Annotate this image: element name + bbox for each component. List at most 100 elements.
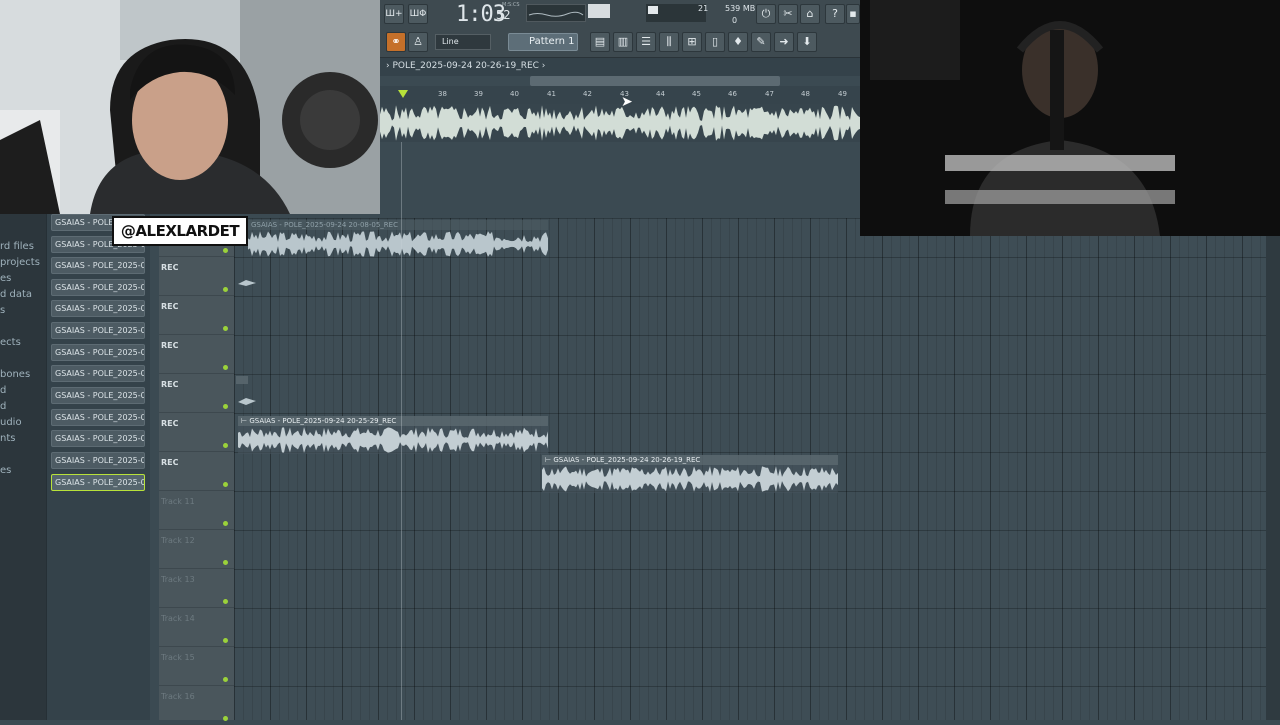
audio-clip[interactable]: ⊢ GSAIAS - POLE_2025-09-24 20-26-19_REC — [542, 455, 838, 493]
browser-item[interactable]: es — [0, 273, 11, 284]
webcam-image — [860, 0, 1280, 236]
track-mute-led[interactable] — [223, 287, 228, 292]
clip-source-item[interactable]: GSAIAS - POLE_2025-09- — [51, 257, 145, 274]
track-mute-led[interactable] — [223, 482, 228, 487]
waveform — [380, 105, 860, 141]
webcam-image — [0, 0, 380, 214]
webcam-feed-main — [0, 0, 380, 214]
pattern-select[interactable]: Pattern 1 — [508, 33, 578, 51]
clip-source-item[interactable]: GSAIAS - POLE_2025-09- — [51, 322, 145, 339]
track-mute-led[interactable] — [223, 599, 228, 604]
track-name: Track 16 — [161, 692, 195, 701]
save-icon[interactable]: ▪ — [846, 4, 860, 24]
clip-source-item[interactable]: GSAIAS - POLE_2025-09- — [51, 365, 145, 382]
clip-source-item[interactable]: GSAIAS - POLE_2025-09- — [51, 452, 145, 469]
browser-item[interactable]: bones — [0, 369, 30, 380]
audio-clip[interactable]: GSAIAS - POLE_2025-09-24 20-08-05_REC — [248, 220, 548, 258]
help-button[interactable]: ? — [825, 4, 845, 24]
browser-item[interactable]: d — [0, 385, 6, 396]
audio-clip[interactable]: ⊢ GSAIAS - POLE_2025-09-24 20-25-29_REC — [238, 416, 548, 454]
ruler-tick: 45 — [692, 90, 701, 98]
track-mute-led[interactable] — [223, 521, 228, 526]
track-mute-led[interactable] — [223, 365, 228, 370]
song-time-centiseconds: 52 — [496, 8, 511, 22]
export-icon[interactable]: ➜ — [774, 32, 794, 52]
download-icon[interactable]: ⬇ — [797, 32, 817, 52]
track-header[interactable]: Track 14 — [159, 608, 234, 647]
master-pitch-slider[interactable] — [588, 4, 610, 18]
clip-source-item-selected[interactable]: GSAIAS - POLE_2025-09- — [51, 474, 145, 491]
memory-value: 539 MB — [725, 4, 756, 13]
track-header[interactable]: Track 15 — [159, 647, 234, 686]
browser-item[interactable]: projects — [0, 257, 40, 268]
track-header[interactable]: REC — [159, 257, 234, 296]
toolbar-button[interactable]: ШΦ — [408, 4, 428, 24]
track-mute-led[interactable] — [223, 677, 228, 682]
browser-item[interactable]: d data — [0, 289, 32, 300]
track-name: Track 11 — [161, 497, 195, 506]
track-header[interactable]: Track 16 — [159, 686, 234, 725]
track-mute-led[interactable] — [223, 443, 228, 448]
file-icon[interactable]: ▯ — [705, 32, 725, 52]
browser-icon[interactable]: ⊞ — [682, 32, 702, 52]
track-header[interactable]: REC — [159, 296, 234, 335]
clip-stub[interactable] — [236, 258, 260, 296]
track-header[interactable]: REC — [159, 374, 234, 413]
clip-source-item[interactable]: GSAIAS - POLE_2025-09- — [51, 387, 145, 404]
toolbar-button[interactable]: Ш+ — [384, 4, 404, 24]
browser-item[interactable]: udio — [0, 417, 22, 428]
track-name: Track 15 — [161, 653, 195, 662]
playhead-marker-icon[interactable] — [398, 90, 408, 98]
track-mute-led[interactable] — [223, 560, 228, 565]
clip-source-item[interactable]: GSAIAS - POLE_2025-09- — [51, 279, 145, 296]
ruler-tick: 42 — [583, 90, 592, 98]
channel-rack-icon[interactable]: ☰ — [636, 32, 656, 52]
mixer-icon[interactable]: ⫼ — [659, 32, 679, 52]
cpu-value: 21 — [698, 4, 709, 13]
power-icon[interactable]: ⏻ — [756, 4, 776, 24]
browser-item[interactable]: d — [0, 401, 6, 412]
browser-item[interactable]: s — [0, 305, 5, 316]
ruler-tick: 46 — [728, 90, 737, 98]
clip-source-item[interactable]: GSAIAS - POLE_2025-09- — [51, 409, 145, 426]
plugin-icon[interactable]: ♦ — [728, 32, 748, 52]
piano-roll-icon[interactable]: ▥ — [613, 32, 633, 52]
track-name: REC — [161, 380, 179, 389]
track-mute-led[interactable] — [223, 638, 228, 643]
horizontal-scrollbar[interactable] — [530, 76, 780, 86]
mic-icon[interactable]: ⌂ — [800, 4, 820, 24]
snap-select[interactable]: Line — [435, 34, 491, 50]
browser-item[interactable]: es — [0, 465, 11, 476]
track-header[interactable]: Track 12 — [159, 530, 234, 569]
track-header[interactable]: REC — [159, 413, 234, 452]
audio-clip-zoomed[interactable] — [380, 104, 860, 142]
track-name: Track 14 — [161, 614, 195, 623]
clip-source-item[interactable]: GSAIAS - POLE_2025-09- — [51, 344, 145, 361]
track-header[interactable]: Track 11 — [159, 491, 234, 530]
track-mute-led[interactable] — [223, 404, 228, 409]
track-mute-led[interactable] — [223, 248, 228, 253]
waveform — [542, 466, 838, 492]
track-mute-led[interactable] — [223, 716, 228, 721]
playlist-icon[interactable]: ▤ — [590, 32, 610, 52]
track-mute-led[interactable] — [223, 326, 228, 331]
master-volume-display[interactable] — [526, 4, 586, 22]
vertical-scrollbar[interactable] — [1266, 236, 1280, 720]
cut-icon[interactable]: ✂ — [778, 4, 798, 24]
link-icon[interactable]: ⚭ — [386, 32, 406, 52]
timeline-ruler[interactable]: 38 39 40 41 42 43 44 45 46 47 48 49 — [380, 86, 860, 104]
clip-source-item[interactable]: GSAIAS - POLE_2025-09- — [51, 300, 145, 317]
clip-stub[interactable] — [236, 376, 260, 414]
browser-item[interactable]: ects — [0, 337, 21, 348]
tools-icon[interactable]: ✎ — [751, 32, 771, 52]
track-header[interactable]: REC — [159, 452, 234, 491]
track-header[interactable]: Track 13 — [159, 569, 234, 608]
browser-item[interactable]: nts — [0, 433, 15, 444]
playhead-line — [401, 140, 402, 720]
clip-source-item[interactable]: GSAIAS - POLE_2025-09- — [51, 430, 145, 447]
stamp-icon[interactable]: ♙ — [408, 32, 428, 52]
browser-item[interactable]: rd files — [0, 241, 34, 252]
track-header[interactable]: REC — [159, 335, 234, 374]
webcam-feed-secondary — [860, 0, 1280, 236]
track-name: REC — [161, 302, 179, 311]
